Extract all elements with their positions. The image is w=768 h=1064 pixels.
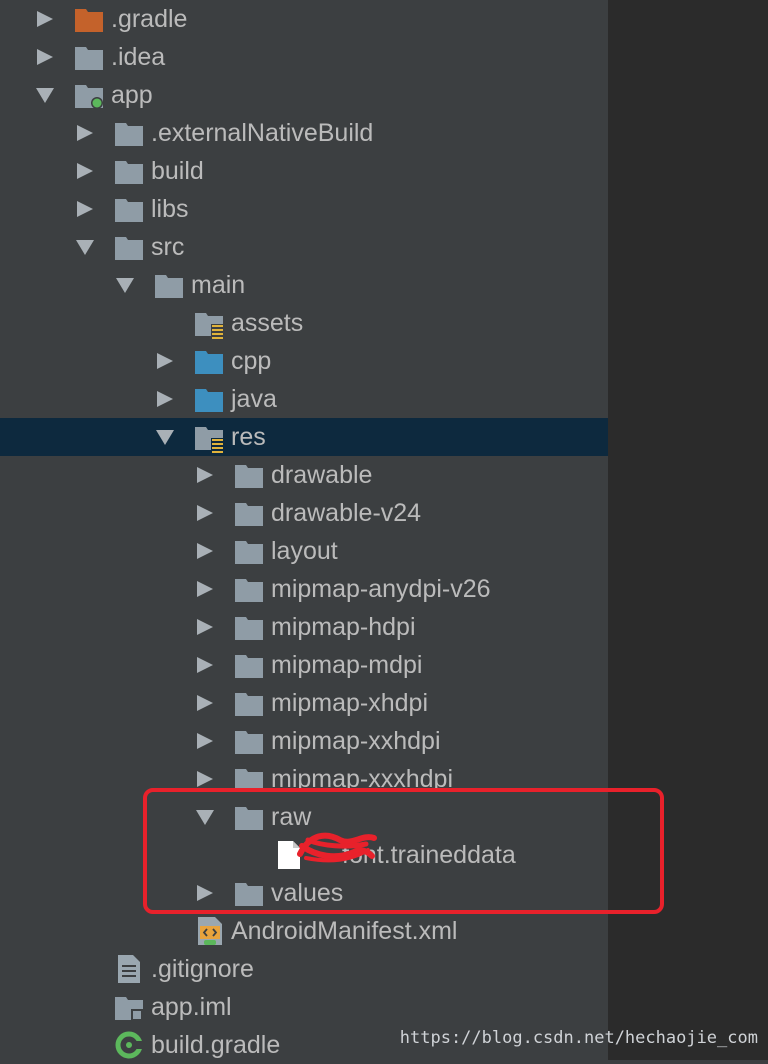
tree-item-label: .gitignore — [151, 955, 254, 983]
tree-item-label: drawable — [271, 461, 373, 489]
tree-item-label: libs — [151, 195, 189, 223]
folder-icon — [234, 532, 270, 570]
tree-row-src[interactable]: src — [0, 228, 608, 266]
folder-icon — [114, 152, 150, 190]
folder-icon — [234, 494, 270, 532]
tree-item-label: build.gradle — [151, 1031, 281, 1059]
collapse-arrow-icon[interactable] — [73, 228, 97, 266]
folder-icon — [114, 228, 150, 266]
tree-row-assets[interactable]: assets — [0, 304, 608, 342]
tree-item-label: .idea — [111, 43, 166, 71]
folder-icon — [74, 38, 110, 76]
tree-item-label: app.iml — [151, 993, 232, 1021]
folder-icon — [234, 456, 270, 494]
tree-row-java[interactable]: java — [0, 380, 608, 418]
module-folder-icon — [74, 76, 110, 114]
tree-row-app-iml[interactable]: app.iml — [0, 988, 608, 1026]
tree-item-label: src — [151, 233, 185, 261]
text-file-icon — [116, 950, 152, 988]
expand-arrow-icon[interactable] — [193, 608, 217, 646]
collapse-arrow-icon[interactable] — [33, 76, 57, 114]
expand-arrow-icon[interactable] — [33, 38, 57, 76]
tree-row-mipmap-xhdpi[interactable]: mipmap-xhdpi — [0, 684, 608, 722]
tree-item-label: res — [231, 423, 266, 451]
tree-item-label: cpp — [231, 347, 272, 375]
tree-item-label: mipmap-xhdpi — [271, 689, 429, 717]
gradle-file-icon — [114, 1026, 150, 1064]
tree-row-drawable[interactable]: drawable — [0, 456, 608, 494]
tree-item-label: java — [231, 385, 277, 413]
tree-row-mipmap-xxhdpi[interactable]: mipmap-xxhdpi — [0, 722, 608, 760]
folder-icon — [234, 722, 270, 760]
resource-folder-icon — [194, 304, 230, 342]
tree-item-label: layout — [271, 537, 338, 565]
tree-row-idea[interactable]: .idea — [0, 38, 608, 76]
expand-arrow-icon[interactable] — [73, 152, 97, 190]
tree-item-label: mipmap-anydpi-v26 — [271, 575, 491, 603]
tree-item-label: build — [151, 157, 204, 185]
resource-folder-icon — [194, 418, 230, 456]
tree-row-res[interactable]: res — [0, 418, 608, 456]
tree-row-mipmap-mdpi[interactable]: mipmap-mdpi — [0, 646, 608, 684]
tree-row-mipmap-anydpi-v26[interactable]: mipmap-anydpi-v26 — [0, 570, 608, 608]
expand-arrow-icon[interactable] — [193, 722, 217, 760]
tree-row-app[interactable]: app — [0, 76, 608, 114]
folder-icon — [154, 266, 190, 304]
folder-orange-icon — [74, 0, 110, 38]
tree-item-label: drawable-v24 — [271, 499, 422, 527]
tree-item-label: .gradle — [111, 5, 188, 33]
tree-row-layout[interactable]: layout — [0, 532, 608, 570]
tree-row-android-manifest[interactable]: AndroidManifest.xml — [0, 912, 608, 950]
tree-item-label: AndroidManifest.xml — [231, 917, 458, 945]
source-folder-icon — [194, 380, 230, 418]
collapse-arrow-icon[interactable] — [153, 418, 177, 456]
expand-arrow-icon[interactable] — [73, 114, 97, 152]
iml-file-icon — [114, 988, 150, 1026]
folder-icon — [234, 646, 270, 684]
folder-icon — [234, 684, 270, 722]
tree-row-libs[interactable]: libs — [0, 190, 608, 228]
tree-row-gradle-dir[interactable]: .gradle — [0, 0, 608, 38]
manifest-file-icon — [196, 912, 232, 950]
annotation-highlight-box — [143, 788, 664, 914]
expand-arrow-icon[interactable] — [193, 570, 217, 608]
expand-arrow-icon[interactable] — [153, 380, 177, 418]
tree-row-drawable-v24[interactable]: drawable-v24 — [0, 494, 608, 532]
tree-row-build[interactable]: build — [0, 152, 608, 190]
expand-arrow-icon[interactable] — [33, 0, 57, 38]
tree-item-label: app — [111, 81, 153, 109]
watermark-text: https://blog.csdn.net/hechaojie_com — [399, 1028, 758, 1048]
tree-row-external-native-build[interactable]: .externalNativeBuild — [0, 114, 608, 152]
tree-item-label: mipmap-mdpi — [271, 651, 423, 679]
tree-item-label: assets — [231, 309, 304, 337]
tree-row-cpp[interactable]: cpp — [0, 342, 608, 380]
redaction-scribble — [297, 832, 377, 863]
folder-icon — [234, 570, 270, 608]
folder-icon — [114, 114, 150, 152]
collapse-arrow-icon[interactable] — [113, 266, 137, 304]
expand-arrow-icon[interactable] — [193, 684, 217, 722]
folder-icon — [114, 190, 150, 228]
tree-item-label: mipmap-hdpi — [271, 613, 416, 641]
expand-arrow-icon[interactable] — [193, 456, 217, 494]
folder-icon — [234, 608, 270, 646]
tree-row-mipmap-hdpi[interactable]: mipmap-hdpi — [0, 608, 608, 646]
expand-arrow-icon[interactable] — [193, 532, 217, 570]
tree-item-label: .externalNativeBuild — [151, 119, 374, 147]
expand-arrow-icon[interactable] — [73, 190, 97, 228]
tree-item-label: main — [191, 271, 246, 299]
tree-row-main[interactable]: main — [0, 266, 608, 304]
source-folder-icon — [194, 342, 230, 380]
tree-item-label: mipmap-xxhdpi — [271, 727, 441, 755]
tree-row-gitignore[interactable]: .gitignore — [0, 950, 608, 988]
expand-arrow-icon[interactable] — [153, 342, 177, 380]
expand-arrow-icon[interactable] — [193, 494, 217, 532]
expand-arrow-icon[interactable] — [193, 646, 217, 684]
